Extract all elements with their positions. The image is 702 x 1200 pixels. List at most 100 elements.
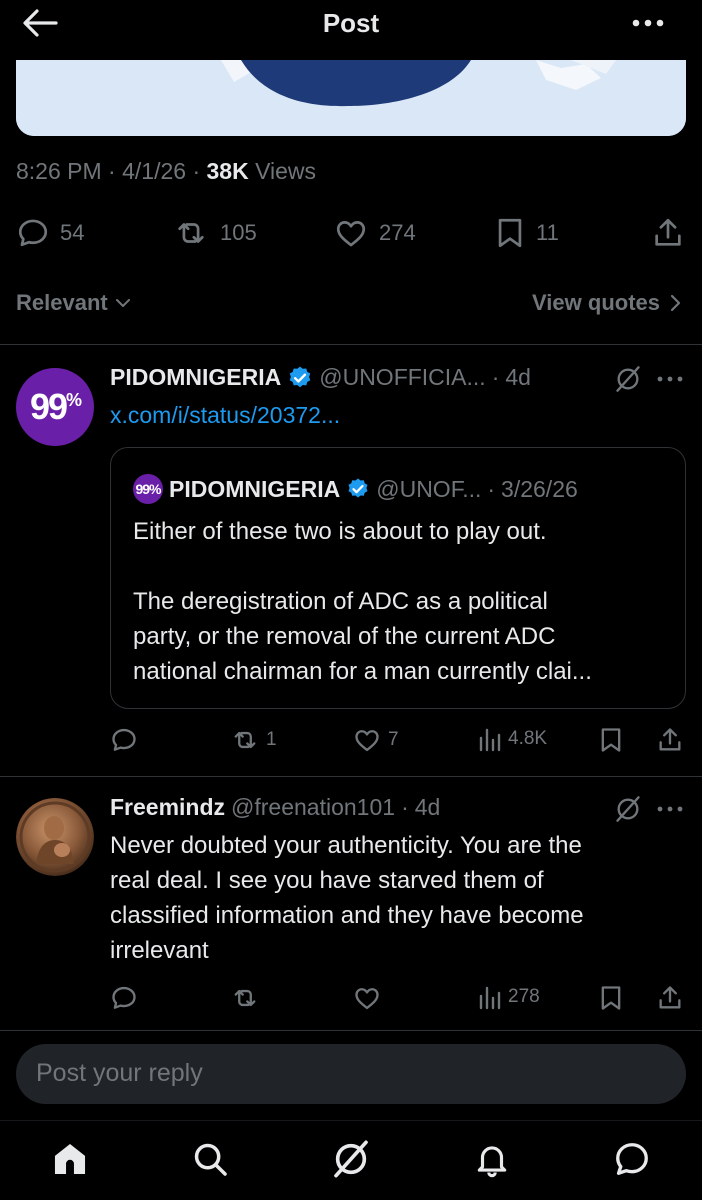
- verified-badge-icon: [289, 366, 311, 387]
- home-icon: [54, 1143, 86, 1175]
- author-handle: @UNOF...: [376, 475, 482, 502]
- grok-icon[interactable]: [614, 795, 642, 823]
- reply-count: 54: [60, 220, 85, 245]
- chevron-down-icon: [115, 299, 130, 307]
- more-options-icon[interactable]: [656, 374, 684, 384]
- replies-sort-bar: Relevant View quotes: [16, 286, 682, 322]
- quoted-post-card[interactable]: 99% PIDOMNIGERIA @UNOF... · 3/26/26 Eith…: [110, 447, 686, 709]
- repost-button[interactable]: [230, 984, 260, 1012]
- home-tab[interactable]: [50, 1139, 90, 1179]
- author-handle: @UNOFFICIA...: [319, 364, 486, 390]
- top-bar: Post: [0, 0, 702, 48]
- like-count: 7: [388, 729, 399, 750]
- chat-icon: [616, 1143, 648, 1175]
- views-count: 38K: [206, 158, 249, 184]
- heart-icon: [336, 221, 366, 247]
- bookmark-button[interactable]: [598, 726, 624, 754]
- divider: [0, 776, 702, 777]
- views-button[interactable]: 4.8K: [478, 726, 547, 752]
- bookmark-icon: [601, 986, 621, 1010]
- share-icon: [659, 986, 681, 1009]
- share-button[interactable]: [656, 984, 684, 1012]
- bookmark-icon: [601, 728, 621, 752]
- view-quotes-label: View quotes: [532, 290, 660, 315]
- reply-button[interactable]: [110, 726, 138, 754]
- page-title: Post: [322, 8, 380, 38]
- reply-input[interactable]: Post your reply: [16, 1044, 686, 1104]
- repost-count: 1: [266, 729, 277, 750]
- post-time: 8:26 PM: [16, 158, 102, 184]
- repost-button[interactable]: 1: [230, 726, 277, 754]
- views-count: 4.8K: [508, 728, 548, 749]
- reply-button[interactable]: 54: [16, 216, 84, 250]
- avatar[interactable]: 99%: [16, 368, 94, 446]
- repost-count: 105: [220, 220, 257, 245]
- reply-icon: [18, 219, 48, 247]
- post-action-bar: 54 105 274 11: [0, 214, 702, 254]
- reply-button[interactable]: [110, 984, 138, 1012]
- share-button[interactable]: [656, 726, 684, 754]
- like-count: 274: [379, 220, 416, 245]
- avatar[interactable]: [16, 798, 94, 876]
- author-name: PIDOMNIGERIA: [169, 475, 341, 502]
- views-count: 278: [508, 986, 540, 1007]
- bookmark-icon: [498, 218, 522, 248]
- like-button[interactable]: 7: [352, 726, 399, 754]
- bookmark-button[interactable]: [598, 984, 624, 1012]
- notifications-tab[interactable]: [472, 1139, 512, 1179]
- heart-icon: [355, 730, 379, 752]
- repost-button[interactable]: 105: [172, 216, 257, 250]
- divider: [0, 1030, 702, 1031]
- quoted-header: 99% PIDOMNIGERIA @UNOF... · 3/26/26: [133, 474, 578, 504]
- quoted-date: 3/26/26: [501, 475, 578, 502]
- view-quotes-link[interactable]: View quotes: [532, 290, 682, 316]
- bookmark-button[interactable]: 11: [494, 216, 559, 250]
- more-options-icon[interactable]: [630, 10, 666, 36]
- post-date: 4/1/26: [122, 158, 187, 184]
- repost-icon: [234, 731, 256, 749]
- status-link[interactable]: x.com/i/status/20372...: [110, 402, 340, 429]
- post-meta: 8:26 PM · 4/1/26 · 38K Views: [16, 158, 317, 184]
- author-handle: @freenation101: [231, 794, 396, 820]
- sort-label: Relevant: [16, 290, 108, 315]
- like-button[interactable]: [352, 984, 382, 1012]
- author-name[interactable]: Freemindz: [110, 794, 225, 821]
- quoted-text: Either of these two is about to play out…: [133, 518, 592, 685]
- grok-tab[interactable]: [331, 1139, 371, 1179]
- share-icon: [659, 728, 681, 751]
- heart-icon: [355, 988, 379, 1010]
- share-icon: [655, 218, 681, 246]
- sort-dropdown[interactable]: Relevant: [16, 290, 132, 316]
- reply-placeholder: Post your reply: [36, 1059, 203, 1087]
- bottom-nav: [0, 1120, 702, 1200]
- reply-header: PIDOMNIGERIA @UNOFFICIA... · 4d: [110, 364, 531, 391]
- reply-header: Freemindz @freenation101 · 4d: [110, 794, 441, 821]
- grok-icon: [334, 1140, 368, 1178]
- bell-icon: [477, 1146, 507, 1178]
- author-name[interactable]: PIDOMNIGERIA: [110, 364, 281, 391]
- reply-icon: [112, 986, 136, 1009]
- chevron-right-icon: [670, 294, 681, 312]
- views-button[interactable]: 278: [478, 984, 540, 1010]
- post-image[interactable]: [16, 60, 686, 136]
- like-button[interactable]: 274: [333, 216, 416, 250]
- verified-badge-icon: [348, 478, 368, 498]
- messages-tab[interactable]: [612, 1139, 652, 1179]
- reply-icon: [112, 728, 136, 751]
- grok-icon[interactable]: [614, 365, 642, 393]
- search-tab[interactable]: [190, 1139, 230, 1179]
- analytics-icon: [479, 728, 501, 752]
- more-options-icon[interactable]: [656, 804, 684, 814]
- reply-time: 4d: [505, 364, 531, 390]
- reply-text: Never doubted your authenticity. You are…: [110, 832, 584, 964]
- avatar: 99%: [133, 474, 163, 504]
- reply-time: 4d: [414, 794, 441, 820]
- divider: [0, 344, 702, 345]
- repost-icon: [178, 223, 204, 243]
- views-label: Views: [255, 158, 317, 184]
- analytics-icon: [479, 986, 501, 1010]
- repost-icon: [234, 989, 256, 1007]
- share-button[interactable]: [651, 216, 685, 250]
- search-icon: [194, 1143, 227, 1176]
- bookmark-count: 11: [536, 220, 559, 245]
